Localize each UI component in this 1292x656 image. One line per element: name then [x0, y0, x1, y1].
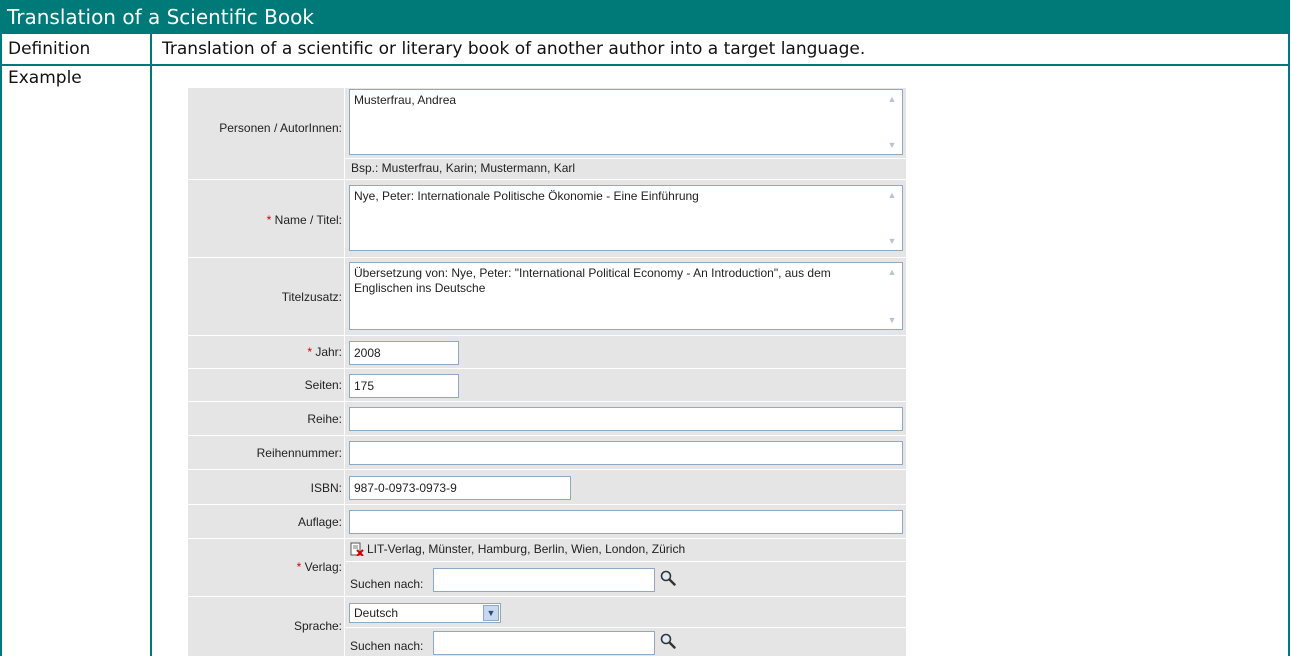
scroll-up-icon[interactable]: ▲ — [884, 265, 900, 279]
jahr-cell: 2008 — [344, 336, 906, 368]
personen-cell: Musterfrau, Andrea ▲ ▼ Bsp.: Musterfrau,… — [344, 88, 906, 179]
sprache-search-input[interactable] — [433, 631, 655, 655]
isbn-input[interactable]: 987-0-0973-0973-9 — [349, 476, 571, 500]
name-cell: Nye, Peter: Internationale Politische Ök… — [344, 180, 906, 257]
reihe-label: Reihe: — [307, 412, 342, 426]
titelzusatz-scrollbar[interactable]: ▲ ▼ — [884, 265, 900, 327]
isbn-cell: 987-0-0973-0973-9 — [344, 470, 906, 504]
verlag-selected: LIT-Verlag, Münster, Hamburg, Berlin, Wi… — [367, 542, 686, 556]
jahr-label: * Jahr: — [307, 345, 342, 359]
verlag-cell: LIT-Verlag, Münster, Hamburg, Berlin, Wi… — [344, 539, 906, 596]
personen-label: Personen / AutorInnen: — [219, 121, 342, 135]
row-separator — [345, 627, 906, 628]
form-row-titelzusatz: Titelzusatz: Übersetzung von: Nye, Peter… — [188, 258, 906, 336]
example-label: Example — [8, 68, 82, 88]
sprache-selected: Deutsch — [354, 606, 399, 620]
form-row-seiten: Seiten: 175 — [188, 369, 906, 402]
reihennummer-cell — [344, 436, 906, 469]
scroll-down-icon[interactable]: ▼ — [884, 313, 900, 327]
column-divider — [150, 34, 152, 656]
form-row-reihennummer: Reihennummer: — [188, 436, 906, 470]
seiten-input[interactable]: 175 — [349, 374, 459, 398]
definition-text: Translation of a scientific or literary … — [162, 39, 866, 59]
form-row-sprache: Sprache: Deutsch ▼ Suchen nach: — [188, 597, 906, 656]
reihe-input[interactable] — [349, 407, 903, 431]
seiten-label: Seiten: — [304, 378, 342, 392]
reihennummer-label: Reihennummer: — [256, 446, 342, 460]
auflage-input[interactable] — [349, 510, 903, 534]
example-form-screenshot: Personen / AutorInnen: Musterfrau, Andre… — [188, 88, 906, 656]
auflage-label: Auflage: — [297, 515, 342, 529]
form-row-auflage: Auflage: — [188, 505, 906, 539]
form-row-verlag: * Verlag: LIT-Verlag, Münster, Hamburg, … — [188, 539, 906, 597]
form-row-name: * Name / Titel: Nye, Peter: Internationa… — [188, 180, 906, 258]
scroll-down-icon[interactable]: ▼ — [884, 138, 900, 152]
page-title: Translation of a Scientific Book — [2, 0, 1290, 34]
row-separator — [345, 158, 906, 159]
personen-scrollbar[interactable]: ▲ ▼ — [884, 92, 900, 152]
name-textarea[interactable]: Nye, Peter: Internationale Politische Ök… — [349, 185, 903, 251]
scroll-down-icon[interactable]: ▼ — [884, 234, 900, 248]
personen-value: Musterfrau, Andrea — [354, 93, 457, 107]
scroll-up-icon[interactable]: ▲ — [884, 188, 900, 202]
form-row-personen: Personen / AutorInnen: Musterfrau, Andre… — [188, 88, 906, 180]
search-icon[interactable] — [660, 570, 676, 586]
verlag-search-label: Suchen nach: — [350, 577, 424, 591]
personen-textarea[interactable]: Musterfrau, Andrea ▲ ▼ — [349, 89, 903, 155]
titelzusatz-label: Titelzusatz: — [281, 290, 342, 304]
name-scrollbar[interactable]: ▲ ▼ — [884, 188, 900, 248]
row-separator — [345, 561, 906, 562]
jahr-input[interactable]: 2008 — [349, 341, 459, 365]
reihennummer-input[interactable] — [349, 441, 903, 465]
sprache-label: Sprache: — [293, 619, 342, 633]
definition-label: Definition — [8, 39, 91, 59]
scroll-up-icon[interactable]: ▲ — [884, 92, 900, 106]
form-row-reihe: Reihe: — [188, 402, 906, 436]
sprache-select[interactable]: Deutsch ▼ — [349, 603, 501, 623]
verlag-search-input[interactable] — [433, 568, 655, 592]
reihe-cell — [344, 402, 906, 435]
isbn-label: ISBN: — [310, 481, 342, 495]
chevron-down-icon[interactable]: ▼ — [483, 605, 499, 621]
personen-hint: Bsp.: Musterfrau, Karin; Mustermann, Kar… — [351, 161, 576, 175]
seiten-cell: 175 — [344, 369, 906, 401]
auflage-cell — [344, 505, 906, 538]
search-icon[interactable] — [660, 633, 676, 649]
name-label: * Name / Titel: — [266, 213, 342, 227]
form-row-isbn: ISBN: 987-0-0973-0973-9 — [188, 470, 906, 505]
titelzusatz-value: Übersetzung von: Nye, Peter: "Internatio… — [354, 266, 831, 295]
titelzusatz-cell: Übersetzung von: Nye, Peter: "Internatio… — [344, 258, 906, 335]
verlag-label: * Verlag: — [296, 560, 342, 574]
sprache-cell: Deutsch ▼ Suchen nach: — [344, 597, 906, 656]
name-value: Nye, Peter: Internationale Politische Ök… — [354, 189, 699, 203]
titelzusatz-textarea[interactable]: Übersetzung von: Nye, Peter: "Internatio… — [349, 262, 903, 330]
remove-publisher-icon[interactable] — [350, 542, 364, 556]
sprache-search-label: Suchen nach: — [350, 639, 424, 653]
form-row-jahr: * Jahr: 2008 — [188, 336, 906, 369]
